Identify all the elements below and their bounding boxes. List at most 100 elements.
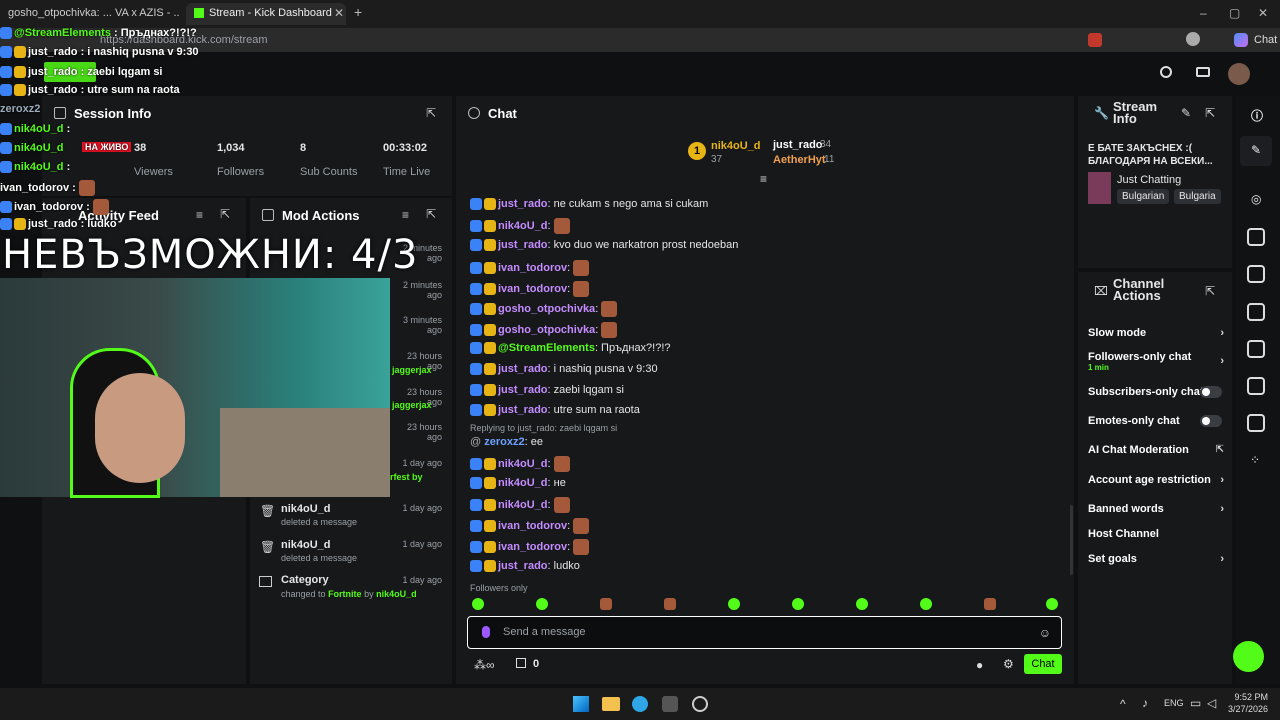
chat-username[interactable]: gosho_otpochivka [498,324,595,336]
popout-icon[interactable]: ⇱ [1205,284,1215,298]
clock-date[interactable]: 3/27/2026 [1226,704,1268,714]
maximize-icon[interactable]: ▢ [1229,6,1240,20]
copilot-icon[interactable] [1234,33,1248,47]
apps-icon[interactable]: ⁘ [1250,453,1260,467]
mod-user-link[interactable]: nik4oU_d [376,589,417,599]
chat-scrollbar[interactable] [1070,505,1073,575]
emote[interactable] [600,598,612,610]
action-subscribers-only[interactable]: Subscribers-only chat [1088,386,1224,398]
clock-time[interactable]: 9:52 PM [1226,692,1268,702]
emote[interactable] [664,598,676,610]
new-tab-icon[interactable]: + [354,4,362,20]
info-icon[interactable]: ⓘ [1251,107,1263,124]
toggle-switch[interactable] [1200,415,1222,427]
category-name[interactable]: Just Chatting [1117,174,1181,186]
microphone-icon[interactable] [482,626,490,638]
tray-chevron-icon[interactable]: ^ [1120,697,1126,711]
wrench-rail-icon[interactable] [1247,414,1265,432]
minimize-icon[interactable]: – [1200,6,1207,20]
chat-rail-icon[interactable] [1247,303,1265,321]
category-link[interactable]: Fortnite [328,589,362,599]
emote[interactable] [536,598,548,610]
action-slow-mode[interactable]: Slow mode › [1088,327,1224,339]
points-icon[interactable]: ⁂∞ [474,658,495,672]
document-icon[interactable] [1247,265,1265,283]
action-banned-words[interactable]: Banned words › [1088,503,1224,515]
action-ai-moderation[interactable]: AI Chat Moderation ⇱ [1088,444,1224,456]
chat-username[interactable]: just_rado [498,404,548,416]
tag-chip[interactable]: Bulgarian [1117,189,1170,204]
top-chatter-name[interactable]: AetherHyt [773,154,826,166]
chat-username[interactable]: nik4oU_d [498,499,548,511]
emote[interactable] [856,598,868,610]
chat-username[interactable]: just_rado [498,363,548,375]
volume-icon[interactable]: ◁ [1207,696,1216,710]
emote[interactable] [920,598,932,610]
popout-icon[interactable]: ⇱ [426,207,436,221]
chat-settings-bubble-icon[interactable]: ● [976,658,983,672]
chat-username[interactable]: just_rado [498,560,548,572]
edit-icon[interactable]: ✎ [1181,106,1191,120]
chat-username[interactable]: ivan_todorov [498,541,567,553]
chat-username[interactable]: just_rado [498,198,548,210]
badge-icon [484,384,496,397]
edge-icon[interactable] [632,696,648,712]
gear-icon[interactable]: ⚙ [1003,657,1014,671]
send-chat-button[interactable]: Chat [1024,654,1062,674]
emote[interactable] [472,598,484,610]
chat-username[interactable]: ivan_todorov [498,520,567,532]
action-emotes-only[interactable]: Emotes-only chat [1088,415,1224,427]
popout-icon[interactable]: ⇱ [426,106,436,120]
list-icon[interactable] [1247,377,1265,395]
close-window-icon[interactable]: ✕ [1258,6,1268,20]
file-explorer-icon[interactable] [602,697,620,711]
toggle-switch[interactable] [1200,386,1222,398]
chat-username[interactable]: just_rado [498,239,548,251]
chat-username[interactable]: nik4oU_d [498,458,548,470]
profile-avatar[interactable] [1186,32,1200,46]
popout-icon[interactable]: ⇱ [1205,106,1215,120]
copilot-chat-label[interactable]: Chat [1254,34,1277,46]
action-followers-only[interactable]: Followers-only chat 1 min › [1088,351,1224,372]
support-chat-button[interactable] [1233,641,1264,672]
chat-username[interactable]: ivan_todorov [498,262,567,274]
store-icon[interactable] [516,658,526,668]
chat-username[interactable]: zeroxz2 [484,436,524,448]
chat-username[interactable]: just_rado [498,384,548,396]
pin-icon[interactable]: ≡ [760,172,767,186]
close-tab-icon[interactable]: ✕ [334,6,344,20]
tag-chip[interactable]: Bulgaria [1174,189,1221,204]
action-set-goals[interactable]: Set goals › [1088,553,1224,565]
chat-username[interactable]: nik4oU_d [498,477,548,489]
store-app-icon[interactable] [662,696,678,712]
chat-username[interactable]: nik4oU_d [498,220,548,232]
emote[interactable] [984,598,996,610]
emote[interactable] [728,598,740,610]
mic-tray-icon[interactable]: ♪ [1142,696,1148,710]
broadcast-icon[interactable] [1247,340,1265,358]
filter-icon[interactable]: ≡ [402,208,409,222]
top-chatter-name[interactable]: nik4oU_d [711,140,761,152]
studio-icon[interactable] [1196,67,1210,77]
network-icon[interactable]: ▭ [1190,696,1201,710]
emote[interactable] [1046,598,1058,610]
tab-kick-dashboard[interactable]: Stream - Kick Dashboard [186,3,346,25]
extension-icon[interactable] [1088,33,1102,47]
action-account-age[interactable]: Account age restriction › [1088,474,1224,486]
language-indicator[interactable]: ENG [1164,698,1184,708]
top-chatter-name[interactable]: just_rado [773,139,823,151]
chat-username[interactable]: ivan_todorov [498,283,567,295]
start-icon[interactable] [573,696,589,712]
lightning-icon[interactable] [1247,228,1265,246]
action-host-channel[interactable]: Host Channel [1088,528,1224,540]
camera-icon[interactable]: ◎ [1251,192,1261,206]
app-icon[interactable] [692,696,708,712]
watch-stream-icon[interactable] [1160,66,1172,78]
chat-username[interactable]: gosho_otpochivka [498,303,595,315]
user-avatar[interactable] [1228,63,1250,85]
message-input[interactable]: Send a message ☺ [467,616,1062,649]
chat-username[interactable]: @StreamElements [498,342,595,354]
emoji-icon[interactable]: ☺ [1039,626,1051,640]
tab-gosho[interactable]: gosho_otpochivka: ... VA x AZIS - ... [0,3,180,25]
emote[interactable] [792,598,804,610]
